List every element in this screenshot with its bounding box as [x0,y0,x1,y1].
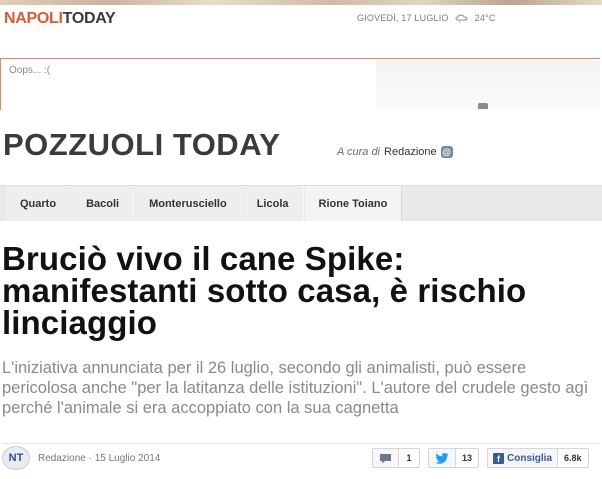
ad-banner: Oops... :( [0,58,600,111]
current-date: GIOVEDÌ, 17 LUGLIO [357,13,449,23]
site-logo[interactable]: NAPOLITODAY [4,10,116,28]
curator-credit: A cura di Redazione @ [337,146,453,158]
ad-error-message: Oops... :( [9,65,51,76]
section-title[interactable]: POZZUOLI TODAY [3,127,280,163]
dateline: GIOVEDÌ, 17 LUGLIO 24°C [357,13,496,23]
article-headline: Bruciò vivo il cane Spike: manifestanti … [2,240,527,341]
twitter-share[interactable]: 13 [428,448,480,468]
byline-text: Redazione · 15 Luglio 2014 [38,453,161,464]
nav-item-monterusciello[interactable]: Monterusciello [135,186,242,221]
section-header: POZZUOLI TODAY A cura di Redazione @ [0,127,602,167]
facebook-label: Consiglia [507,452,553,464]
section-nav: Quarto Bacoli Monterusciello Licola Rion… [0,185,602,221]
nav-item-rione-toiano[interactable]: Rione Toiano [304,186,403,221]
social-share-bar: 1 13 f Consiglia 6.8k [372,448,589,468]
ad-placeholder [376,60,600,111]
comment-button[interactable] [373,449,399,467]
tweet-button[interactable] [429,449,456,467]
article-summary: L'iniziativa annunciata per il 26 luglio… [2,359,589,417]
temperature: 24°C [474,13,496,23]
facebook-count: 6.8k [564,453,582,463]
top-banner-strip [0,0,602,5]
email-at-icon[interactable]: @ [440,146,453,158]
ad-badge-icon [478,103,488,109]
logo-napoli: NAPOLI [4,10,63,27]
nav-item-licola[interactable]: Licola [242,186,304,221]
comment-icon [380,453,391,463]
logo-today: TODAY [62,10,116,27]
masthead: NAPOLITODAY GIOVEDÌ, 17 LUGLIO 24°C [0,8,602,34]
nav-item-quarto[interactable]: Quarto [6,186,72,221]
facebook-icon: f [493,452,505,464]
cloud-rain-icon [455,13,468,23]
curator-name[interactable]: Redazione [384,146,437,158]
comments-share[interactable]: 1 [372,448,420,468]
facebook-share[interactable]: f Consiglia 6.8k [487,448,589,468]
nav-item-bacoli[interactable]: Bacoli [72,186,135,221]
twitter-bird-icon [435,452,449,464]
curated-prefix: A cura di [337,146,381,158]
article-byline: NT Redazione · 15 Luglio 2014 1 13 f Con… [2,443,600,473]
comments-count: 1 [406,453,412,463]
twitter-count: 13 [462,453,473,463]
author-avatar[interactable]: NT [2,446,30,470]
facebook-like-button[interactable]: f Consiglia [488,449,559,467]
